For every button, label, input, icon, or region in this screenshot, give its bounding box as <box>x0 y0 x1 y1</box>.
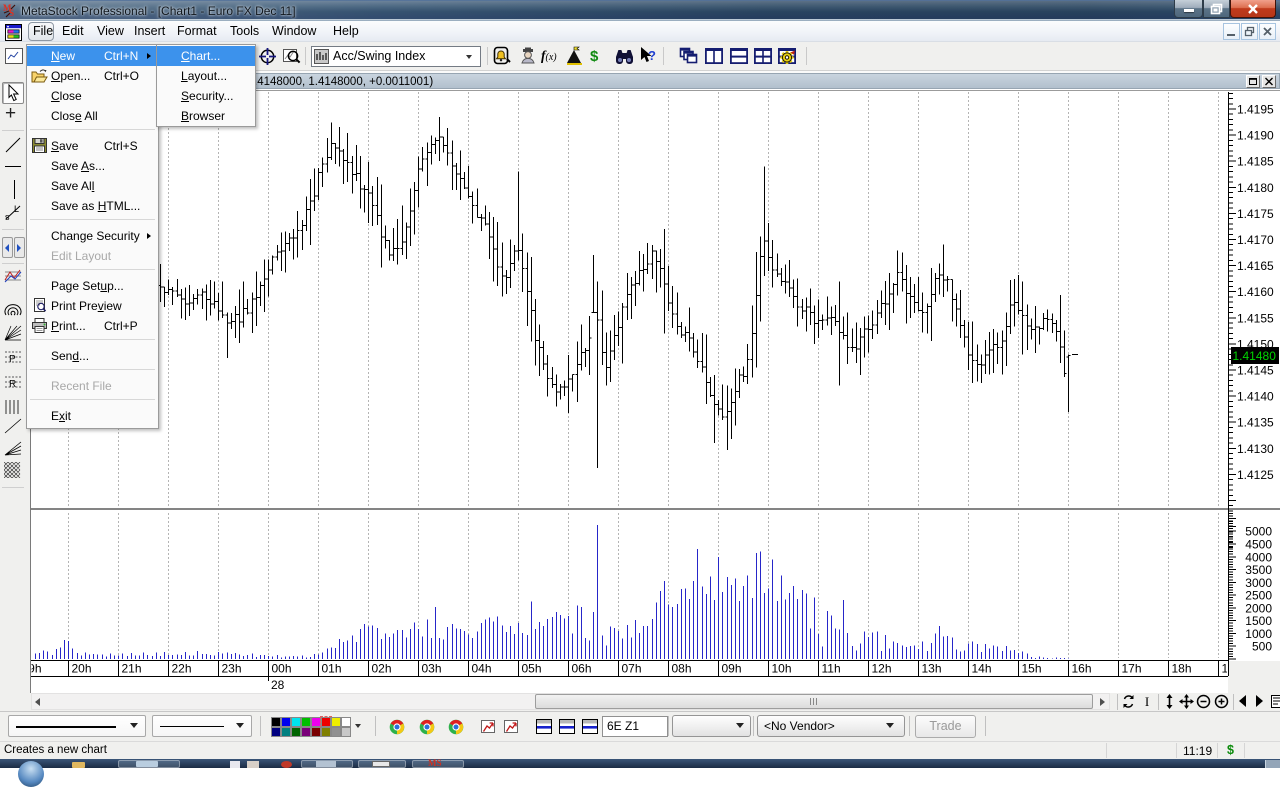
svg-text:1.4155: 1.4155 <box>1237 311 1274 325</box>
svg-text:L: L <box>14 204 19 214</box>
svg-text:03h: 03h <box>422 662 442 676</box>
svg-text:R: R <box>9 379 16 390</box>
svg-text:18h: 18h <box>1172 662 1192 676</box>
svg-text:1.4140: 1.4140 <box>1237 390 1274 404</box>
svg-text:1.4190: 1.4190 <box>1237 129 1274 143</box>
svg-text:12h: 12h <box>872 662 892 676</box>
svg-text:3500: 3500 <box>1245 563 1272 577</box>
svg-text:14h: 14h <box>972 662 992 676</box>
svg-text:19h: 19h <box>30 662 42 676</box>
svg-text:02h: 02h <box>372 662 392 676</box>
svg-text:23h: 23h <box>222 662 242 676</box>
svg-text:16h: 16h <box>1072 662 1092 676</box>
svg-text:28: 28 <box>271 678 285 692</box>
svg-text:1.4175: 1.4175 <box>1237 207 1274 221</box>
svg-text:00h: 00h <box>272 662 292 676</box>
svg-text:1.4195: 1.4195 <box>1237 103 1274 117</box>
svg-text:1.4145: 1.4145 <box>1237 364 1274 378</box>
svg-text:10h: 10h <box>772 662 792 676</box>
svg-text:15h: 15h <box>1022 662 1042 676</box>
svg-text:1.4165: 1.4165 <box>1237 259 1274 273</box>
svg-text:5000: 5000 <box>1245 525 1272 539</box>
svg-text:1.4180: 1.4180 <box>1237 181 1274 195</box>
svg-text:11h: 11h <box>822 662 841 676</box>
svg-text:P: P <box>9 354 16 365</box>
svg-text:1.4130: 1.4130 <box>1237 442 1274 456</box>
svg-text:4000: 4000 <box>1245 550 1272 564</box>
svg-text:2000: 2000 <box>1245 601 1272 615</box>
svg-text:21h: 21h <box>122 662 142 676</box>
svg-text:07h: 07h <box>622 662 642 676</box>
svg-text:1.4170: 1.4170 <box>1237 233 1274 247</box>
svg-text:1.4160: 1.4160 <box>1237 285 1274 299</box>
svg-text:1.4185: 1.4185 <box>1237 155 1274 169</box>
svg-text:09h: 09h <box>722 662 742 676</box>
svg-text:17h: 17h <box>1122 662 1142 676</box>
svg-text:22h: 22h <box>172 662 192 676</box>
svg-text:4500: 4500 <box>1245 538 1272 552</box>
svg-text:1.4135: 1.4135 <box>1237 416 1274 430</box>
svg-text:1.4125: 1.4125 <box>1237 468 1274 482</box>
svg-text:1.4150: 1.4150 <box>1237 337 1274 351</box>
svg-text:500: 500 <box>1252 640 1272 654</box>
svg-text:?: ? <box>648 48 656 63</box>
svg-text:20h: 20h <box>72 662 92 676</box>
svg-text:13h: 13h <box>922 662 942 676</box>
svg-text:06h: 06h <box>572 662 592 676</box>
svg-text:1500: 1500 <box>1245 614 1272 628</box>
svg-text:08h: 08h <box>672 662 692 676</box>
svg-text:04h: 04h <box>472 662 492 676</box>
svg-text:3000: 3000 <box>1245 576 1272 590</box>
svg-text:1000: 1000 <box>1245 627 1272 641</box>
svg-text:01h: 01h <box>322 662 342 676</box>
svg-text:05h: 05h <box>522 662 542 676</box>
svg-text:2500: 2500 <box>1245 589 1272 603</box>
svg-text:s: s <box>5 212 10 221</box>
